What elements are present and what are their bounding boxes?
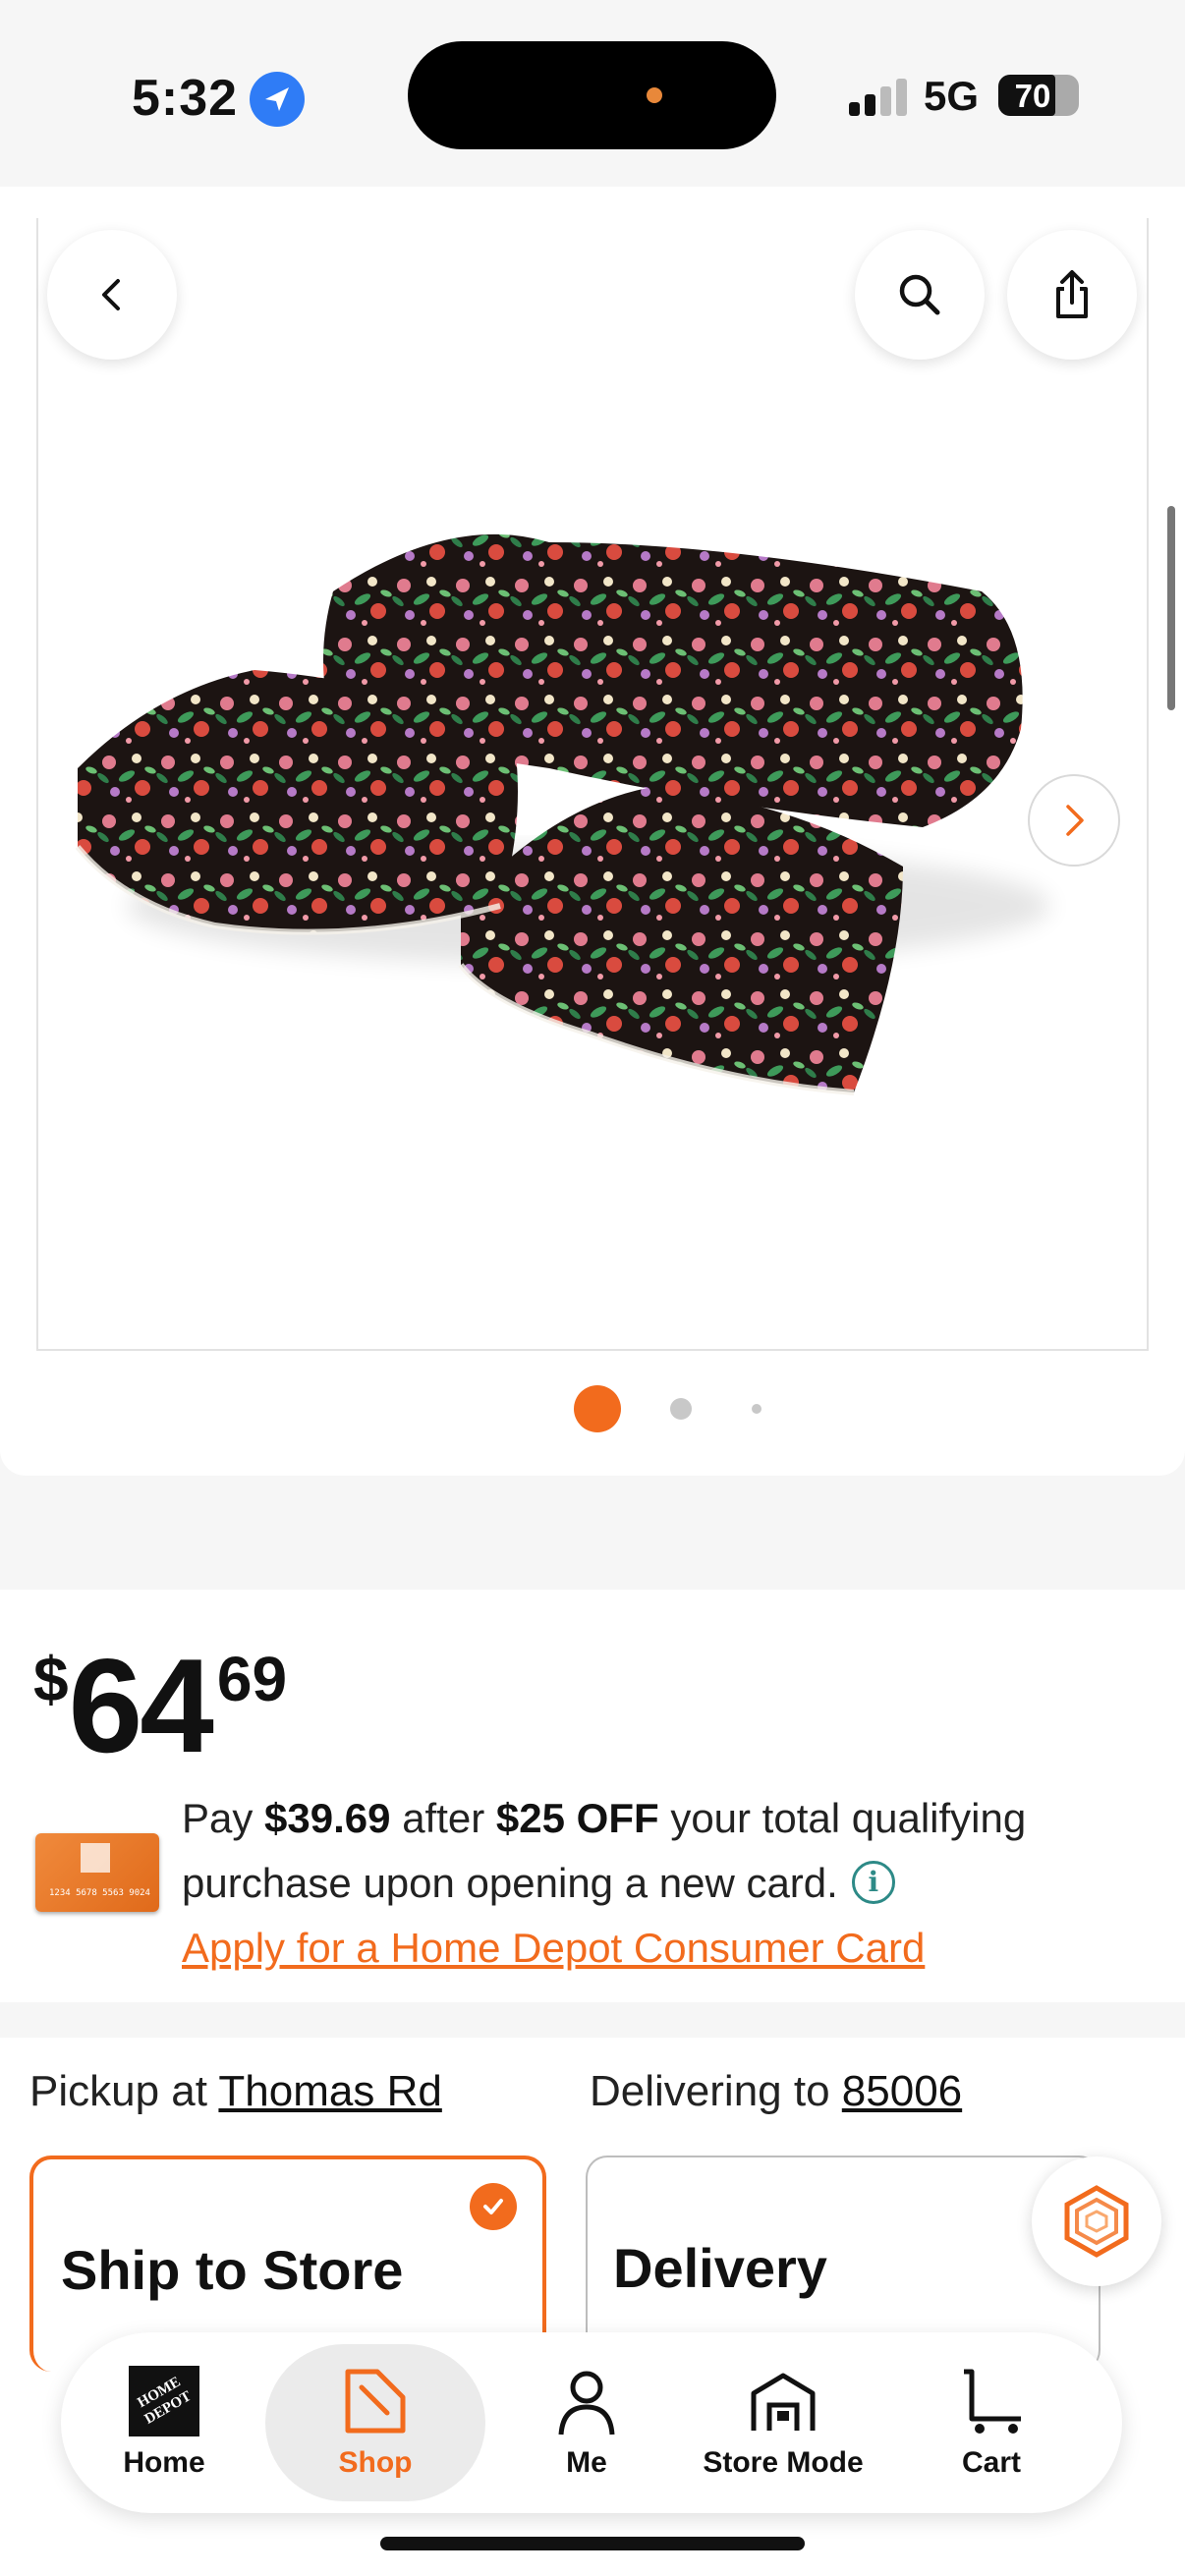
card-promo: Pay $39.69 after $25 OFF your total qual… [182,1786,1066,1981]
option-title: Delivery [613,2237,827,2299]
network-type: 5G [924,73,980,119]
card-number: 1234 5678 5563 9024 [49,1888,150,1898]
scroll-indicator [1167,506,1175,710]
home-depot-logo-icon [81,1843,110,1873]
credit-card-image: 1234 5678 5563 9024 [35,1833,159,1912]
pickup-location: Pickup at Thomas Rd [29,2067,442,2116]
carousel-dot-active[interactable] [574,1385,621,1432]
chat-assistant-button[interactable] [1032,2156,1161,2286]
home-indicator [380,2537,805,2550]
share-icon [1056,270,1088,318]
signal-icon [849,79,908,116]
delivery-zip-link[interactable]: 85006 [842,2067,962,2115]
share-button[interactable] [1007,230,1137,360]
search-icon [899,274,940,315]
promo-after: after [402,1795,485,1841]
product-image[interactable] [36,218,1149,1351]
promo-discount: $25 OFF [495,1795,659,1841]
chevron-right-icon [1066,805,1084,836]
battery-icon: 70 [998,75,1079,116]
tab-label: Home [123,2446,205,2479]
dynamic-island [408,41,776,149]
next-image-button[interactable] [1028,774,1120,867]
tab-label: Cart [961,2446,1021,2479]
tab-label: Shop [338,2446,413,2479]
battery-level: 70 [1014,78,1051,114]
shop-icon [345,2369,406,2434]
promo-pay-amount: $39.69 [264,1795,391,1841]
assistant-hexagon-icon [1064,2185,1129,2258]
status-bar: 5:32 5G 70 [0,0,1185,187]
location-arrow-icon [250,72,305,127]
status-time: 5:32 [132,70,239,127]
tab-me[interactable]: Me [508,2332,665,2513]
tab-shop[interactable]: Shop [265,2332,485,2513]
delivery-location: Delivering to 85006 [590,2067,962,2116]
chevron-left-icon [102,279,120,310]
privacy-indicator [647,87,662,103]
cushion-set-illustration [75,533,1050,1095]
store-icon [751,2373,816,2431]
person-icon [558,2371,615,2436]
option-title: Ship to Store [61,2239,404,2301]
delivery-prefix: Delivering to [590,2067,830,2115]
info-icon[interactable]: i [851,1861,895,1904]
back-button[interactable] [47,230,177,360]
tab-label: Store Mode [703,2446,864,2479]
cart-icon [964,2369,1021,2434]
pickup-prefix: Pickup at [29,2067,207,2115]
promo-pay-prefix: Pay [182,1795,254,1841]
tab-label: Me [566,2446,607,2479]
price-section: $ 64 69 1234 5678 5563 9024 Pay $39.69 a… [0,1590,1185,2002]
price-currency: $ [33,1644,69,1714]
search-button[interactable] [855,230,985,360]
home-depot-logo-icon: HOME DEPOT [129,2366,199,2436]
tab-cart[interactable]: Cart [908,2332,1075,2513]
product-price: $ 64 69 [33,1619,288,1772]
carousel-dot[interactable] [670,1398,692,1420]
tab-home[interactable]: HOME DEPOT Home [90,2332,238,2513]
tab-store-mode[interactable]: Store Mode [685,2332,881,2513]
checkmark-icon [470,2183,517,2230]
price-dollars: 64 [68,1631,214,1780]
apply-card-link[interactable]: Apply for a Home Depot Consumer Card [182,1916,1066,1981]
pickup-store-link[interactable]: Thomas Rd [218,2067,441,2115]
price-cents: 69 [216,1644,288,1714]
carousel-dot-small[interactable] [752,1404,762,1414]
bottom-tab-bar: HOME DEPOT Home Shop Me Store Mode Cart [61,2332,1122,2513]
